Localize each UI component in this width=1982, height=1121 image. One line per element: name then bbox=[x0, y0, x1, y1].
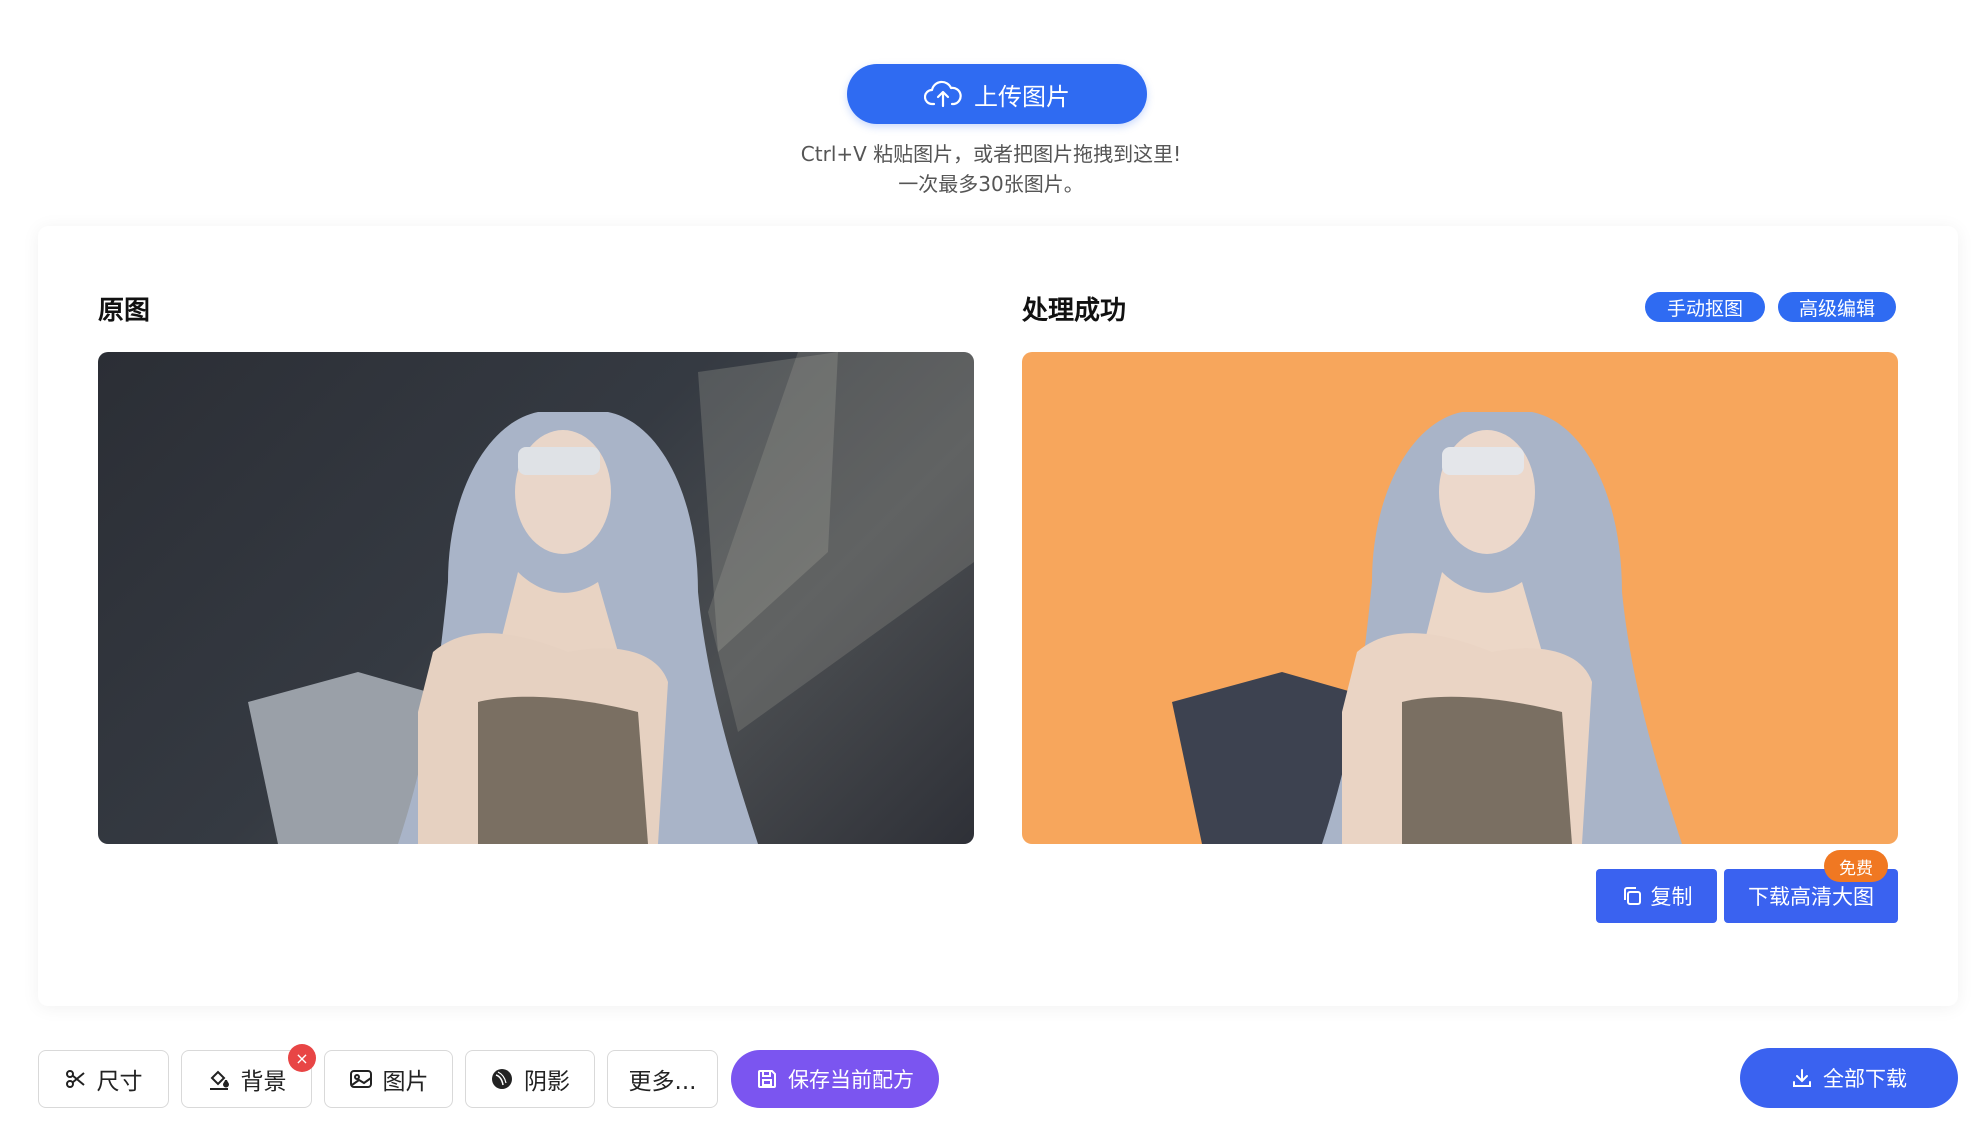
save-icon bbox=[756, 1068, 778, 1090]
download-icon bbox=[1791, 1067, 1813, 1089]
original-image[interactable] bbox=[98, 352, 974, 844]
upload-image-label: 上传图片 bbox=[974, 82, 1070, 111]
original-title: 原图 bbox=[98, 296, 151, 326]
size-button[interactable]: 尺寸 bbox=[38, 1050, 169, 1108]
free-badge: 免费 bbox=[1824, 850, 1888, 882]
shadow-button[interactable]: 阴影 bbox=[465, 1050, 595, 1108]
download-all-label: 全部下载 bbox=[1823, 1067, 1907, 1091]
limit-hint: 一次最多30张图片。 bbox=[898, 172, 1084, 196]
more-label: 更多... bbox=[628, 1069, 697, 1095]
upload-image-button[interactable]: 上传图片 bbox=[847, 64, 1147, 124]
image-label: 图片 bbox=[382, 1069, 429, 1095]
copy-icon bbox=[1621, 885, 1643, 907]
scissors-icon bbox=[65, 1068, 87, 1090]
upload-area[interactable]: 上传图片 Ctrl+V 粘贴图片，或者把图片拖拽到这里! 一次最多30张图片。 bbox=[0, 0, 1982, 230]
copy-button[interactable]: 复制 bbox=[1596, 869, 1717, 923]
more-button[interactable]: 更多... bbox=[607, 1050, 718, 1108]
image-icon bbox=[349, 1068, 373, 1090]
shadow-label: 阴影 bbox=[524, 1069, 570, 1095]
download-all-button[interactable]: 全部下载 bbox=[1740, 1048, 1958, 1108]
result-image[interactable] bbox=[1022, 352, 1898, 844]
paste-hint: Ctrl+V 粘贴图片，或者把图片拖拽到这里! bbox=[800, 142, 1182, 166]
cloud-upload-icon bbox=[924, 79, 962, 109]
size-label: 尺寸 bbox=[96, 1069, 143, 1095]
advanced-edit-button[interactable]: 高级编辑 bbox=[1778, 292, 1896, 322]
save-recipe-label: 保存当前配方 bbox=[788, 1068, 914, 1092]
manual-cutout-button[interactable]: 手动抠图 bbox=[1645, 292, 1765, 322]
download-hd-label: 下载高清大图 bbox=[1748, 885, 1874, 909]
clear-background-button[interactable]: × bbox=[288, 1044, 316, 1072]
copy-label: 复制 bbox=[1650, 885, 1693, 909]
result-card: 原图 处理成功 手动抠图 高级编辑 复制 下载高清大图 免费 bbox=[38, 226, 1958, 1006]
paint-bucket-icon bbox=[207, 1067, 231, 1091]
result-title: 处理成功 bbox=[1022, 296, 1127, 326]
background-label: 背景 bbox=[240, 1069, 287, 1095]
save-recipe-button[interactable]: 保存当前配方 bbox=[731, 1050, 939, 1108]
shadow-icon bbox=[490, 1067, 514, 1091]
image-button[interactable]: 图片 bbox=[324, 1050, 453, 1108]
